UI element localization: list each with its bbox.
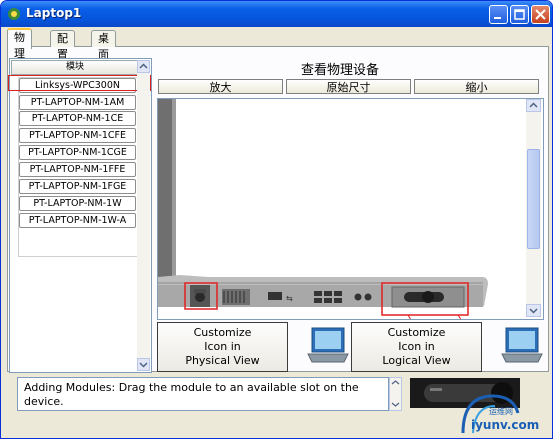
button-line: Icon in <box>204 340 241 353</box>
message-scrollbar[interactable] <box>389 377 402 411</box>
scroll-up-button[interactable] <box>137 60 150 73</box>
button-line: Logical View <box>382 354 451 367</box>
tab-config[interactable]: 配置 <box>50 30 75 61</box>
device-view[interactable]: ⇆ <box>157 98 544 320</box>
laptop-device-image[interactable]: ⇆ <box>158 99 543 319</box>
chevron-down-icon <box>529 308 538 314</box>
watermark-cn-text: 运维网 <box>489 407 513 416</box>
chevron-down-icon <box>139 362 148 368</box>
tab-physical[interactable]: 物理 <box>7 28 32 60</box>
close-button[interactable] <box>531 5 550 24</box>
title-bar[interactable]: Laptop1 <box>1 1 552 27</box>
scroll-up-button[interactable] <box>526 99 541 112</box>
physical-view-title: 查看物理设备 <box>301 63 380 78</box>
module-item[interactable]: PT-LAPTOP-NM-1FFE <box>19 162 136 177</box>
highlight-annotation <box>8 75 151 91</box>
scroll-thumb[interactable] <box>527 149 540 249</box>
customize-physical-icon-button[interactable]: Customize Icon in Physical View <box>157 322 288 372</box>
maximize-button[interactable] <box>510 5 529 24</box>
zoom-in-button[interactable]: 放大 <box>158 79 283 94</box>
svg-text:⇆: ⇆ <box>286 294 293 303</box>
chevron-up-icon <box>529 102 538 108</box>
status-message: Adding Modules: Drag the module to an av… <box>17 377 389 411</box>
module-item[interactable]: PT-LAPTOP-NM-1W <box>19 196 136 211</box>
button-line: Icon in <box>398 340 435 353</box>
laptop-icon <box>501 327 543 363</box>
laptop-icon <box>307 327 349 363</box>
chevron-down-icon <box>391 402 400 407</box>
original-size-button[interactable]: 原始尺寸 <box>286 79 411 94</box>
button-line: Customize <box>193 326 252 339</box>
scroll-down-button[interactable] <box>137 358 150 371</box>
module-item[interactable]: PT-LAPTOP-NM-1CFE <box>19 128 136 143</box>
zoom-out-button[interactable]: 缩小 <box>414 79 539 94</box>
chevron-up-icon <box>139 63 148 69</box>
module-item[interactable]: PT-LAPTOP-NM-1CE <box>19 111 136 126</box>
laptop-window: Laptop1 物理 配置 桌面 模块 Linksys-WPC300N PT-L… <box>0 0 553 439</box>
chevron-up-icon <box>391 380 400 385</box>
close-icon <box>535 9 546 20</box>
module-list-header: 模块 <box>11 60 139 75</box>
module-item[interactable]: PT-LAPTOP-NM-1W-A <box>19 213 136 228</box>
device-view-scrollbar[interactable] <box>526 99 541 317</box>
window-title: Laptop1 <box>26 6 82 20</box>
minimize-icon <box>494 17 501 19</box>
tab-desktop[interactable]: 桌面 <box>91 30 116 61</box>
customize-logical-icon-button[interactable]: Customize Icon in Logical View <box>351 322 482 372</box>
maximize-icon <box>514 9 525 20</box>
laptop-app-icon <box>8 8 20 20</box>
button-line: Customize <box>387 326 446 339</box>
minimize-button[interactable] <box>489 5 508 24</box>
module-item[interactable]: PT-LAPTOP-NM-1FGE <box>19 179 136 194</box>
module-item[interactable]: PT-LAPTOP-NM-1AM <box>19 95 136 110</box>
button-line: Physical View <box>185 354 260 367</box>
module-list-scrollbar[interactable] <box>137 60 150 371</box>
scroll-down-button[interactable] <box>526 304 541 317</box>
watermark-url: iyunv.com <box>471 418 540 432</box>
module-item[interactable]: PT-LAPTOP-NM-1CGE <box>19 145 136 160</box>
